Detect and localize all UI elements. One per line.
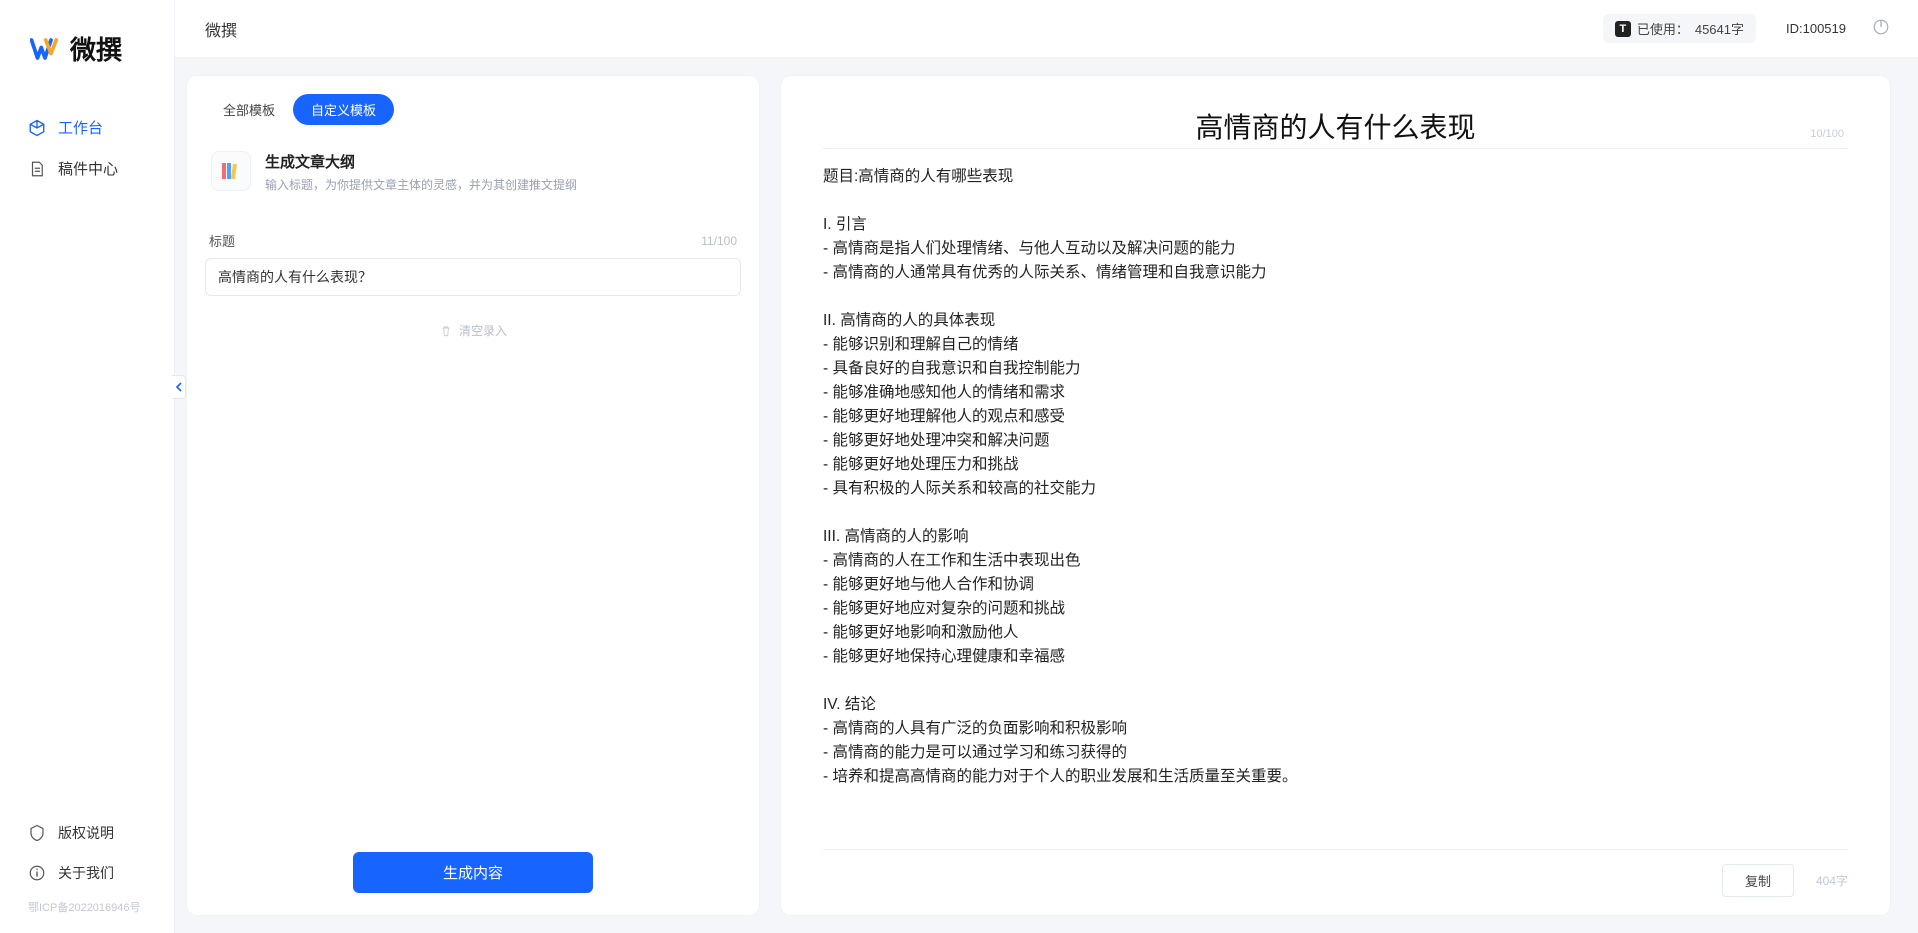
template-panel: 全部模板 自定义模板 生成文章大纲 输入标题，为你提供文章主体的灵感，并为其创建… xyxy=(187,76,759,915)
nav-label: 稿件中心 xyxy=(58,158,118,179)
info-icon xyxy=(28,864,46,882)
title-field-header: 标题 11/100 xyxy=(209,231,737,250)
logo-mark-icon xyxy=(30,34,60,64)
title-divider xyxy=(823,148,1848,149)
chevron-left-icon xyxy=(174,382,184,392)
sidebar: 微撰 工作台 稿件中心 版权说明 关于我们 鄂ICP备2022016946号 xyxy=(0,0,175,933)
generate-button[interactable]: 生成内容 xyxy=(353,852,593,893)
brand-name: 微撰 xyxy=(70,30,122,67)
user-id: ID:100519 xyxy=(1786,21,1846,36)
usage-prefix: 已使用： xyxy=(1637,19,1689,38)
title-input[interactable] xyxy=(205,258,741,296)
document-body[interactable]: 题目:高情商的人有哪些表现 I. 引言 - 高情商是指人们处理情绪、与他人互动以… xyxy=(823,165,1848,841)
books-icon xyxy=(211,151,251,191)
document-icon xyxy=(28,160,46,178)
nav-label: 版权说明 xyxy=(58,823,114,843)
usage-badge[interactable]: T 已使用： 45641字 xyxy=(1603,14,1756,43)
title-counter: 11/100 xyxy=(701,234,737,248)
text-badge-icon: T xyxy=(1615,21,1631,37)
sidebar-bottom: 版权说明 关于我们 鄂ICP备2022016946号 xyxy=(0,813,174,933)
nav-item-about[interactable]: 关于我们 xyxy=(0,853,174,893)
trash-icon xyxy=(439,324,453,338)
nav-item-copyright[interactable]: 版权说明 xyxy=(0,813,174,853)
selected-template-card: 生成文章大纲 输入标题，为你提供文章主体的灵感，并为其创建推文提纲 xyxy=(205,143,741,211)
nav-label: 关于我们 xyxy=(58,863,114,883)
app-root: 微撰 工作台 稿件中心 版权说明 关于我们 鄂ICP备2022016946号 xyxy=(0,0,1918,933)
power-button[interactable] xyxy=(1872,18,1890,39)
brand-logo[interactable]: 微撰 xyxy=(0,0,174,107)
template-tabs: 全部模板 自定义模板 xyxy=(205,94,741,125)
nav-item-drafts[interactable]: 稿件中心 xyxy=(0,148,174,189)
icp-text: 鄂ICP备2022016946号 xyxy=(0,893,174,921)
output-panel: 高情商的人有什么表现 10/100 题目:高情商的人有哪些表现 I. 引言 - … xyxy=(781,76,1890,915)
usage-value: 45641字 xyxy=(1695,19,1744,38)
clear-label: 清空录入 xyxy=(459,322,507,339)
nav-item-workbench[interactable]: 工作台 xyxy=(0,107,174,148)
cube-icon xyxy=(28,119,46,137)
document-footer: 复制 404字 xyxy=(823,849,1848,897)
clear-input-button[interactable]: 清空录入 xyxy=(205,322,741,339)
main-nav: 工作台 稿件中心 xyxy=(0,107,174,189)
page-title: 微撰 xyxy=(193,17,237,41)
workspace: 全部模板 自定义模板 生成文章大纲 输入标题，为你提供文章主体的灵感，并为其创建… xyxy=(175,58,1918,933)
title-label: 标题 xyxy=(209,231,235,250)
copy-button[interactable]: 复制 xyxy=(1722,864,1794,897)
shield-icon xyxy=(28,824,46,842)
template-title: 生成文章大纲 xyxy=(265,151,577,172)
main-area: 微撰 T 已使用： 45641字 ID:100519 全部模板 自定义模板 xyxy=(175,0,1918,933)
word-count: 404字 xyxy=(1816,872,1848,889)
tab-all-templates[interactable]: 全部模板 xyxy=(205,94,293,125)
tab-custom-templates[interactable]: 自定义模板 xyxy=(293,94,394,125)
template-desc: 输入标题，为你提供文章主体的灵感，并为其创建推文提纲 xyxy=(265,176,577,193)
nav-label: 工作台 xyxy=(58,117,103,138)
topbar: 微撰 T 已使用： 45641字 ID:100519 xyxy=(175,0,1918,58)
power-icon xyxy=(1872,18,1890,36)
document-title-counter: 10/100 xyxy=(823,128,1848,140)
sidebar-collapse-handle[interactable] xyxy=(172,375,186,399)
